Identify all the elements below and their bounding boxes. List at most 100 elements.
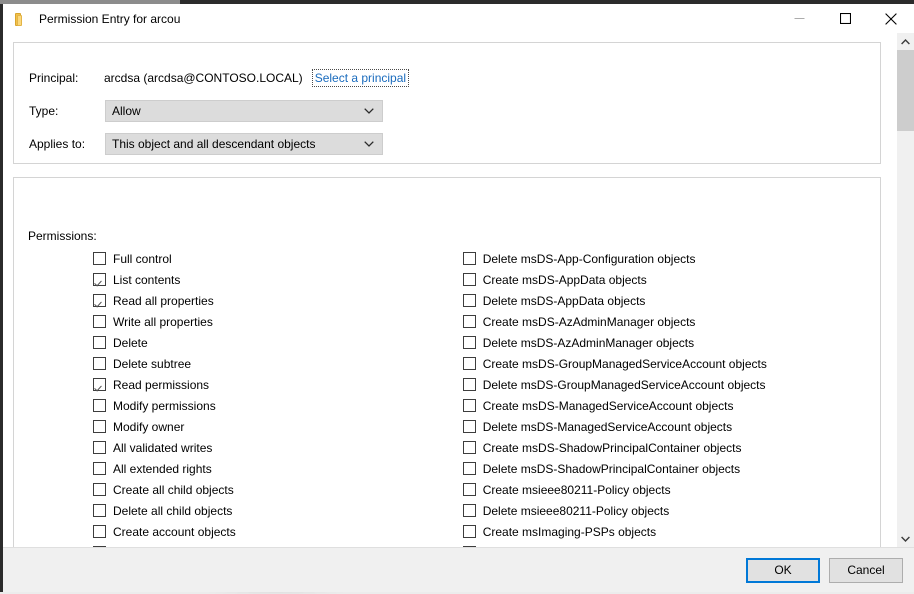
applies-to-dropdown[interactable]: This object and all descendant objects — [105, 133, 383, 155]
permission-checkbox[interactable] — [93, 546, 106, 547]
permission-label: Create msImaging-PSPs objects — [482, 524, 657, 539]
permission-label: Delete subtree — [113, 356, 192, 371]
scroll-up-arrow-icon[interactable] — [897, 33, 914, 50]
permission-checkbox[interactable] — [462, 546, 476, 547]
permission-checkbox[interactable] — [462, 504, 476, 517]
permission-item[interactable]: Create msDS-AppData objects — [462, 269, 880, 290]
permission-label: Delete msDS-GroupManagedServiceAccount o… — [482, 377, 766, 392]
permission-checkbox[interactable] — [93, 378, 106, 391]
minimize-icon[interactable] — [776, 4, 822, 33]
permission-checkbox[interactable] — [93, 294, 106, 307]
title-bar[interactable]: Permission Entry for arcou — [3, 4, 914, 33]
principal-group: Principal: arcdsa (arcdsa@CONTOSO.LOCAL)… — [13, 42, 881, 164]
permission-item[interactable]: Delete — [93, 332, 451, 353]
permission-label: List contents — [113, 272, 181, 287]
permission-checkbox[interactable] — [462, 315, 476, 328]
chevron-down-icon — [364, 101, 374, 121]
permission-checkbox[interactable] — [462, 420, 476, 433]
permissions-label: Permissions: — [28, 229, 97, 243]
permission-item[interactable]: Delete msDS-GroupManagedServiceAccount o… — [462, 374, 880, 395]
permission-checkbox[interactable] — [462, 294, 476, 307]
permission-checkbox[interactable] — [93, 273, 106, 286]
close-icon[interactable] — [868, 4, 914, 33]
permission-checkbox[interactable] — [462, 441, 476, 454]
permission-checkbox[interactable] — [93, 357, 106, 370]
permission-item[interactable]: Delete msDS-AzAdminManager objects — [462, 332, 880, 353]
permission-label: All validated writes — [113, 440, 213, 455]
permission-item[interactable]: Delete subtree — [93, 353, 451, 374]
permission-label: Delete msieee80211-Policy objects — [482, 503, 670, 518]
permissions-right-column: Delete msDS-App-Configuration objects Cre… — [462, 248, 880, 547]
permission-checkbox[interactable] — [462, 525, 476, 538]
permission-checkbox[interactable] — [462, 252, 476, 265]
permission-label: Delete msDS-AzAdminManager objects — [482, 335, 695, 350]
permission-item[interactable]: Create msDS-ManagedServiceAccount object… — [462, 395, 880, 416]
maximize-icon[interactable] — [822, 4, 868, 33]
permission-item[interactable]: Create msDS-ShadowPrincipalContainer obj… — [462, 437, 880, 458]
vertical-scrollbar[interactable] — [896, 33, 914, 547]
permission-item[interactable]: All validated writes — [93, 437, 451, 458]
window-controls — [776, 4, 914, 33]
permission-item[interactable]: Create msDS-AzAdminManager objects — [462, 311, 880, 332]
permission-item[interactable]: Create account objects — [93, 521, 451, 542]
permission-checkbox[interactable] — [462, 462, 476, 475]
permission-item[interactable]: Delete msDS-ManagedServiceAccount object… — [462, 416, 880, 437]
permission-item[interactable]: Create msDS-GroupManagedServiceAccount o… — [462, 353, 880, 374]
permission-label: Create msDS-ShadowPrincipalContainer obj… — [482, 440, 742, 455]
permission-checkbox[interactable] — [93, 462, 106, 475]
permission-label: Create msieee80211-Policy objects — [482, 482, 671, 497]
permission-checkbox[interactable] — [462, 336, 476, 349]
permission-checkbox[interactable] — [462, 483, 476, 496]
permission-checkbox[interactable] — [93, 525, 106, 538]
permission-item[interactable]: Read all properties — [93, 290, 451, 311]
permission-item[interactable]: Delete msDS-AppData objects — [462, 290, 880, 311]
permission-label: Create account objects — [113, 524, 236, 539]
scroll-down-arrow-icon[interactable] — [897, 530, 914, 547]
permission-label: Create all child objects — [113, 482, 234, 497]
client-area: Principal: arcdsa (arcdsa@CONTOSO.LOCAL)… — [3, 33, 914, 592]
permission-item[interactable]: Delete msImaging-PSPs objects — [462, 542, 880, 547]
cancel-button[interactable]: Cancel — [829, 557, 903, 583]
permission-item[interactable]: Create msImaging-PSPs objects — [462, 521, 880, 542]
permission-entry-dialog: Permission Entry for arcou Principal: ar… — [3, 4, 914, 592]
permission-item[interactable]: Modify owner — [93, 416, 451, 437]
permission-item[interactable]: Delete all child objects — [93, 500, 451, 521]
scrollbar-track[interactable] — [897, 50, 914, 530]
type-row: Type: Allow — [29, 100, 383, 122]
type-dropdown[interactable]: Allow — [105, 100, 383, 122]
principal-row: Principal: arcdsa (arcdsa@CONTOSO.LOCAL)… — [29, 67, 410, 89]
principal-value: arcdsa (arcdsa@CONTOSO.LOCAL) — [104, 71, 303, 85]
permission-item[interactable]: Full control — [93, 248, 451, 269]
permission-checkbox[interactable] — [462, 399, 476, 412]
permission-item[interactable]: All extended rights — [93, 458, 451, 479]
permission-checkbox[interactable] — [93, 483, 106, 496]
permission-label: Create msDS-AzAdminManager objects — [482, 314, 696, 329]
permission-label: Create msDS-ManagedServiceAccount object… — [482, 398, 734, 413]
permission-item[interactable]: Delete msieee80211-Policy objects — [462, 500, 880, 521]
scrollbar-thumb[interactable] — [897, 50, 914, 131]
select-a-principal-link[interactable]: Select a principal — [311, 69, 410, 87]
permission-item[interactable]: List contents — [93, 269, 451, 290]
permission-item[interactable]: Delete msDS-ShadowPrincipalContainer obj… — [462, 458, 880, 479]
permission-item[interactable]: Create msieee80211-Policy objects — [462, 479, 880, 500]
permission-item[interactable]: Delete msDS-App-Configuration objects — [462, 248, 880, 269]
permission-checkbox[interactable] — [93, 315, 106, 328]
permission-item[interactable]: Read permissions — [93, 374, 451, 395]
permission-checkbox[interactable] — [93, 420, 106, 433]
permission-checkbox[interactable] — [93, 399, 106, 412]
permission-checkbox[interactable] — [93, 441, 106, 454]
permission-item[interactable]: Modify permissions — [93, 395, 451, 416]
permission-label: Delete all child objects — [113, 503, 233, 518]
permission-checkbox[interactable] — [93, 336, 106, 349]
permission-label: All extended rights — [113, 461, 212, 476]
permission-item[interactable]: Create all child objects — [93, 479, 451, 500]
ok-button[interactable]: OK — [746, 557, 820, 583]
permission-checkbox[interactable] — [93, 252, 106, 265]
permission-item[interactable]: Write all properties — [93, 311, 451, 332]
permission-checkbox[interactable] — [462, 273, 476, 286]
permission-checkbox[interactable] — [462, 357, 476, 370]
permission-label: Delete msDS-ManagedServiceAccount object… — [482, 419, 733, 434]
permission-checkbox[interactable] — [93, 504, 106, 517]
permission-item[interactable]: Delete account objects — [93, 542, 451, 547]
permission-checkbox[interactable] — [462, 378, 476, 391]
